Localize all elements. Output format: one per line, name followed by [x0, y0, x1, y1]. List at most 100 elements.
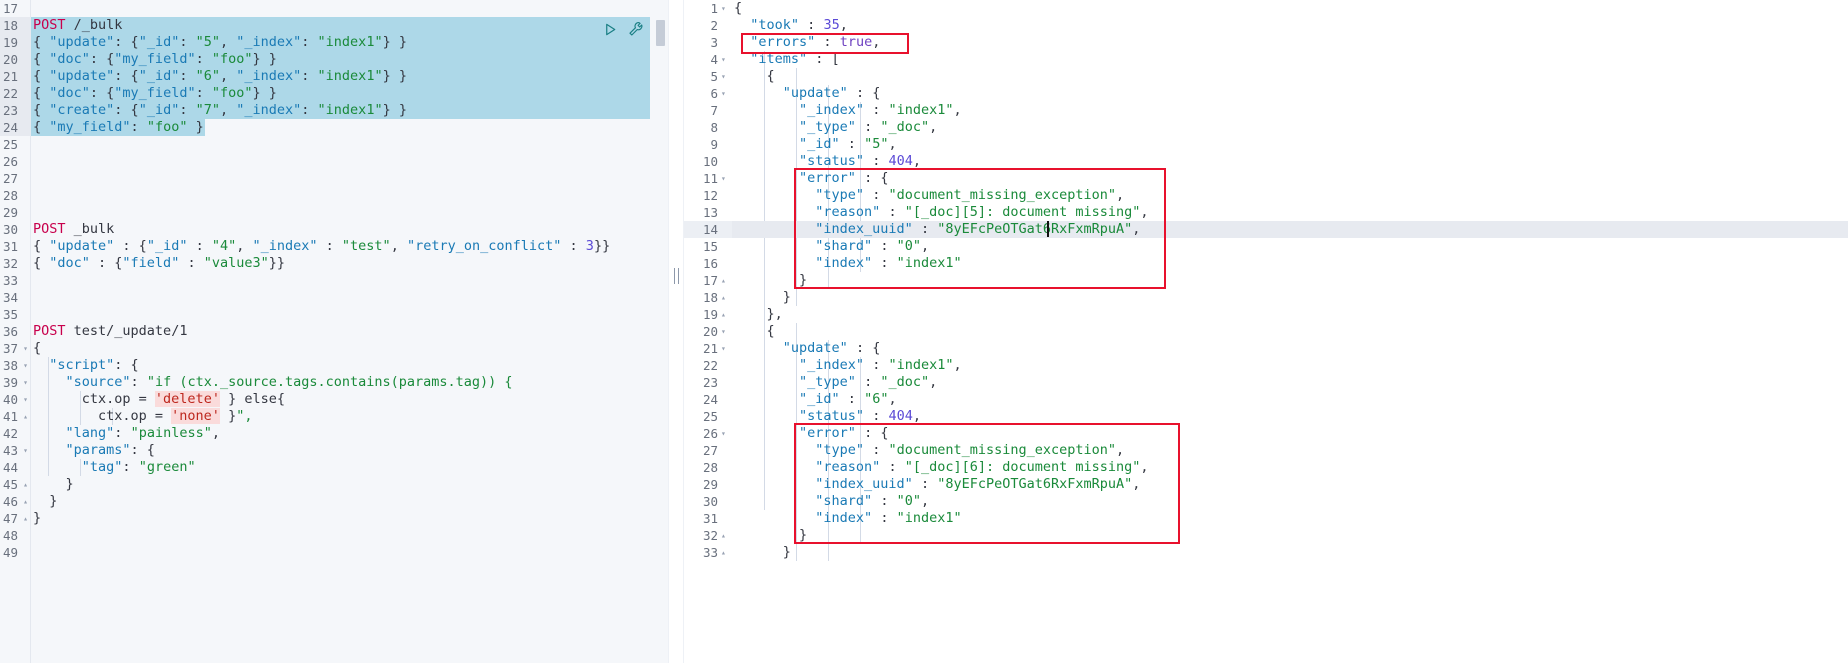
- code-line[interactable]: POST test/_update/1: [33, 323, 187, 340]
- fold-toggle-icon[interactable]: ▴: [721, 544, 726, 561]
- code-line[interactable]: "params": {: [33, 442, 155, 459]
- code-line[interactable]: { "doc": {"my_field": "foo"} }: [33, 51, 277, 68]
- wrench-icon[interactable]: [628, 21, 644, 37]
- code-line[interactable]: }: [33, 476, 74, 493]
- fold-toggle-icon[interactable]: ▾: [721, 425, 726, 442]
- line-number: 31: [2, 239, 18, 254]
- response-line[interactable]: {: [734, 323, 775, 340]
- response-line[interactable]: "errors" : true,: [734, 34, 880, 51]
- line-number: 16: [702, 256, 718, 271]
- response-line[interactable]: "index" : "index1": [734, 255, 961, 272]
- code-line[interactable]: {: [33, 340, 41, 357]
- response-line[interactable]: "took" : 35,: [734, 17, 848, 34]
- line-number: 28: [2, 188, 18, 203]
- response-line[interactable]: "error" : {: [734, 170, 888, 187]
- fold-toggle-icon[interactable]: ▴: [721, 272, 726, 289]
- fold-toggle-icon[interactable]: ▴: [23, 476, 28, 493]
- code-line[interactable]: { "update": {"_id": "6", "_index": "inde…: [33, 68, 407, 85]
- response-line[interactable]: }: [734, 527, 807, 544]
- fold-toggle-icon[interactable]: ▾: [23, 442, 28, 459]
- fold-toggle-icon[interactable]: ▾: [721, 85, 726, 102]
- fold-toggle-icon[interactable]: ▴: [721, 527, 726, 544]
- response-line[interactable]: {: [734, 68, 775, 85]
- line-number: 20: [2, 52, 18, 67]
- response-line[interactable]: "shard" : "0",: [734, 493, 929, 510]
- code-line[interactable]: ctx.op = 'delete' } else{: [33, 391, 285, 408]
- fold-toggle-icon[interactable]: ▴: [721, 289, 726, 306]
- fold-toggle-icon[interactable]: ▾: [721, 323, 726, 340]
- code-line[interactable]: { "my_field": "foo" }: [33, 119, 204, 136]
- line-number: 20: [702, 324, 718, 339]
- response-line[interactable]: "_type" : "_doc",: [734, 119, 937, 136]
- request-code-area[interactable]: POST /_bulk{ "update": {"_id": "5", "_in…: [31, 0, 668, 663]
- fold-toggle-icon[interactable]: ▾: [23, 357, 28, 374]
- line-number: 41: [2, 409, 18, 424]
- response-line[interactable]: "items" : [: [734, 51, 839, 68]
- fold-toggle-icon[interactable]: ▴: [721, 306, 726, 323]
- code-line[interactable]: }: [33, 510, 41, 527]
- code-line[interactable]: { "update": {"_id": "5", "_index": "inde…: [33, 34, 407, 51]
- response-line[interactable]: "type" : "document_missing_exception",: [734, 187, 1124, 204]
- line-number: 39: [2, 375, 18, 390]
- fold-toggle-icon[interactable]: ▾: [721, 68, 726, 85]
- response-line[interactable]: }: [734, 272, 807, 289]
- send-request-icon[interactable]: [603, 22, 618, 37]
- response-line[interactable]: "reason" : "[_doc][5]: document missing"…: [734, 204, 1148, 221]
- response-code-area[interactable]: { "took" : 35, "errors" : true, "items" …: [732, 0, 1848, 663]
- response-line[interactable]: "index_uuid" : "8yEFcPeOTGat6RxFxmRpuA",: [734, 221, 1140, 238]
- response-line[interactable]: "_index" : "index1",: [734, 102, 962, 119]
- code-line[interactable]: { "create": {"_id": "7", "_index": "inde…: [33, 102, 407, 119]
- response-line[interactable]: }: [734, 289, 791, 306]
- fold-toggle-icon[interactable]: ▾: [721, 0, 726, 17]
- fold-toggle-icon[interactable]: ▾: [721, 51, 726, 68]
- code-line[interactable]: "lang": "painless",: [33, 425, 220, 442]
- fold-toggle-icon[interactable]: ▴: [23, 510, 28, 527]
- response-line[interactable]: "index" : "index1": [734, 510, 961, 527]
- line-number: 34: [2, 290, 18, 305]
- code-line[interactable]: }: [33, 493, 57, 510]
- code-line[interactable]: "source": "if (ctx._source.tags.contains…: [33, 374, 513, 391]
- response-line[interactable]: "_id" : "6",: [734, 391, 897, 408]
- response-line[interactable]: "error" : {: [734, 425, 888, 442]
- code-line[interactable]: ctx.op = 'none' }",: [33, 408, 252, 425]
- pane-splitter[interactable]: [668, 0, 684, 663]
- fold-toggle-icon[interactable]: ▾: [23, 374, 28, 391]
- editor-actions[interactable]: [603, 21, 644, 37]
- fold-toggle-icon[interactable]: ▾: [721, 340, 726, 357]
- response-line[interactable]: "update" : {: [734, 85, 881, 102]
- response-line[interactable]: {: [734, 0, 742, 17]
- fold-toggle-icon[interactable]: ▴: [23, 493, 28, 510]
- response-line[interactable]: },: [734, 306, 783, 323]
- response-line[interactable]: "status" : 404,: [734, 153, 921, 170]
- code-line[interactable]: "tag": "green": [33, 459, 196, 476]
- code-line[interactable]: POST _bulk: [33, 221, 114, 238]
- line-number: 24: [2, 120, 18, 135]
- splitter-grip-icon[interactable]: [674, 268, 679, 284]
- fold-toggle-icon[interactable]: ▾: [23, 340, 28, 357]
- response-line[interactable]: "reason" : "[_doc][6]: document missing"…: [734, 459, 1148, 476]
- code-line[interactable]: POST /_bulk: [33, 17, 122, 34]
- code-line[interactable]: { "doc": {"my_field": "foo"} }: [33, 85, 277, 102]
- response-line[interactable]: }: [734, 544, 791, 561]
- fold-toggle-icon[interactable]: ▾: [721, 170, 726, 187]
- response-line[interactable]: "_index" : "index1",: [734, 357, 962, 374]
- response-line[interactable]: "shard" : "0",: [734, 238, 929, 255]
- line-number: 28: [702, 460, 718, 475]
- request-editor[interactable]: 17 18 19 20 21 22 23 24 25 26 27 28 29 30 31 32 33 34 35 36…: [0, 0, 668, 663]
- editor-scrollbar-thumb[interactable]: [656, 20, 665, 46]
- response-line[interactable]: "index_uuid" : "8yEFcPeOTGat6RxFxmRpuA",: [734, 476, 1140, 493]
- response-line[interactable]: "status" : 404,: [734, 408, 921, 425]
- code-line[interactable]: { "update" : {"_id" : "4", "_index" : "t…: [33, 238, 610, 255]
- line-number: 49: [2, 545, 18, 560]
- response-viewer[interactable]: 1 ▾ 2 3 4 ▾ 5 ▾ 6 ▾ 7 8 9 10 11 ▾ 12 13 14 15 16 17 ▴ 18 ▴ 19 ▴ 20 ▾…: [684, 0, 1848, 663]
- response-line[interactable]: "update" : {: [734, 340, 881, 357]
- response-line[interactable]: "type" : "document_missing_exception",: [734, 442, 1124, 459]
- line-number: 40: [2, 392, 18, 407]
- fold-toggle-icon[interactable]: ▾: [23, 391, 28, 408]
- code-line[interactable]: { "doc" : {"field" : "value3"}}: [33, 255, 285, 272]
- fold-toggle-icon[interactable]: ▴: [23, 408, 28, 425]
- response-line[interactable]: "_id" : "5",: [734, 136, 897, 153]
- code-line[interactable]: "script": {: [33, 357, 138, 374]
- line-number: 29: [2, 205, 18, 220]
- response-line[interactable]: "_type" : "_doc",: [734, 374, 937, 391]
